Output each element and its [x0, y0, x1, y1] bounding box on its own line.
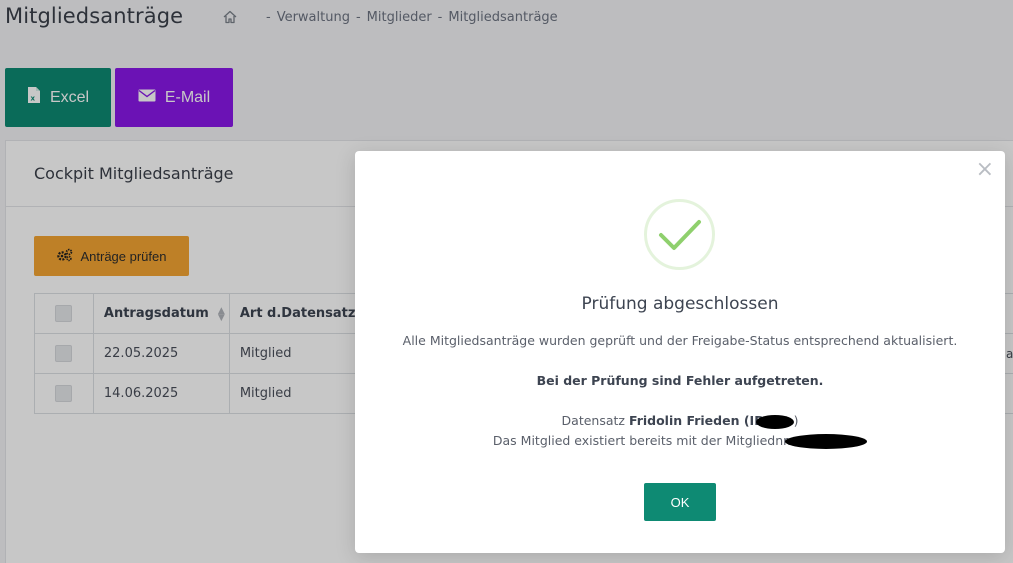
record-prefix: Datensatz	[561, 413, 625, 428]
modal-message: Alle Mitgliedsanträge wurden geprüft und…	[402, 333, 958, 348]
record-suffix: )	[793, 413, 799, 428]
redaction-mark	[785, 434, 868, 449]
exists-text: Das Mitglied existiert bereits mit der M…	[492, 433, 792, 448]
redaction-mark	[755, 414, 794, 429]
checkmark-icon	[644, 199, 715, 270]
record-name: Fridolin Frieden (ID:	[628, 413, 770, 428]
ok-button[interactable]: OK	[644, 483, 716, 521]
modal-title: Prüfung abgeschlossen	[581, 294, 779, 314]
modal-exists-line: Das Mitglied existiert bereits mit der M…	[355, 433, 1005, 449]
modal-error-heading: Bei der Prüfung sind Fehler aufgetreten.	[536, 373, 824, 388]
close-icon[interactable]: ×	[976, 159, 994, 181]
modal-record-line: Datensatz Fridolin Frieden (ID:)	[355, 413, 1005, 429]
result-modal: × Prüfung abgeschlossen Alle Mitgliedsan…	[355, 151, 1005, 553]
